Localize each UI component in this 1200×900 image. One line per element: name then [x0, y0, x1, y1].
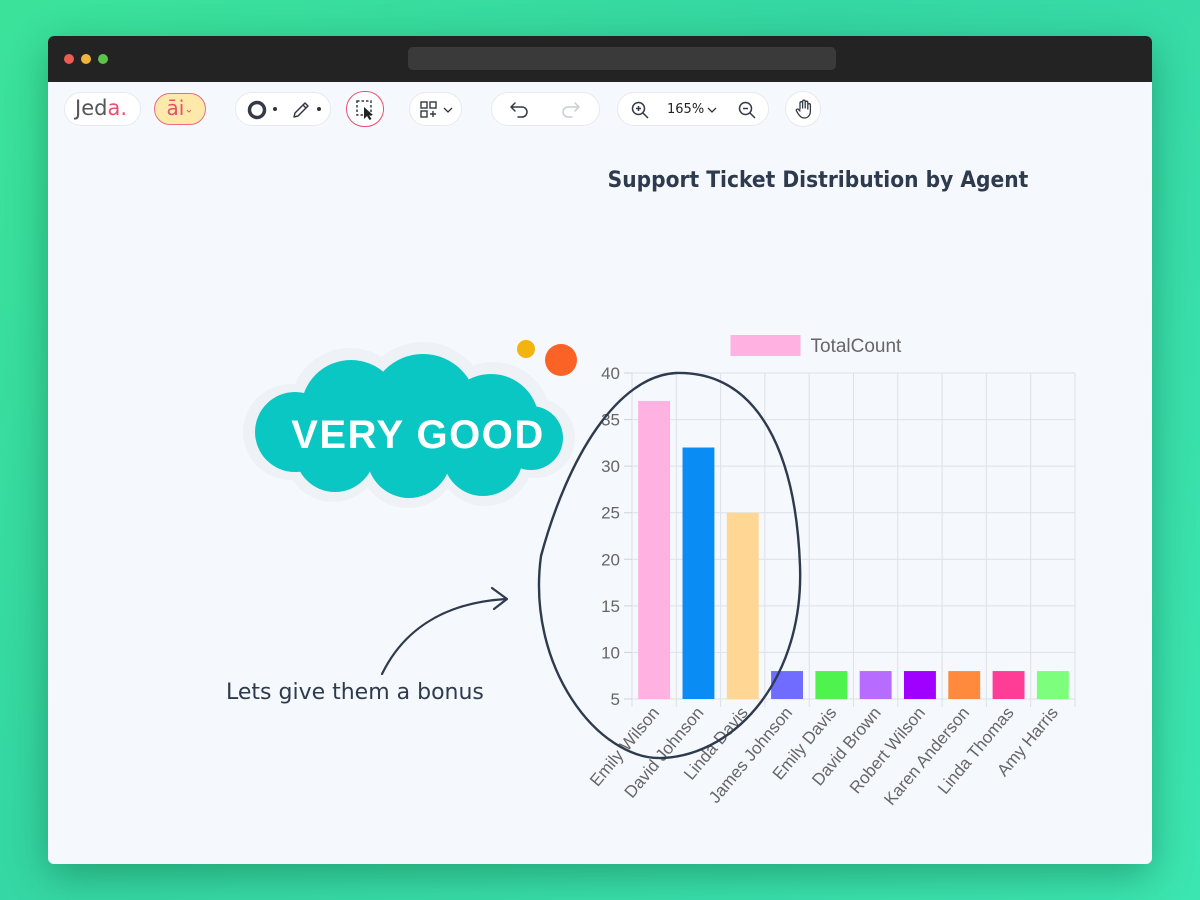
bar[interactable]	[726, 512, 759, 699]
bar[interactable]	[859, 671, 892, 699]
legend-swatch	[730, 335, 801, 356]
y-tick-label: 20	[601, 550, 620, 569]
bar[interactable]	[771, 671, 803, 699]
bar[interactable]	[948, 671, 981, 699]
legend-label: TotalCount	[811, 336, 903, 357]
y-tick-label: 35	[601, 411, 620, 430]
chart-legend[interactable]: TotalCount	[730, 335, 903, 357]
y-tick-label: 40	[601, 364, 620, 383]
y-tick-label: 10	[601, 643, 620, 662]
y-tick-label: 5	[611, 690, 620, 709]
bar[interactable]	[682, 447, 715, 699]
bar[interactable]	[815, 671, 848, 699]
x-tick-label: David Johnson	[621, 703, 708, 801]
y-tick-label: 25	[601, 504, 620, 523]
bar[interactable]	[638, 400, 671, 699]
y-tick-label: 15	[601, 597, 620, 616]
y-tick-label: 30	[601, 457, 620, 476]
bar[interactable]	[904, 671, 936, 699]
bar[interactable]	[992, 671, 1025, 699]
app-window: Jeda. āi⌄ 165% Support Ticket Distributi…	[48, 36, 1152, 864]
bar[interactable]	[1036, 671, 1069, 699]
bar-chart: 510152025303540Emily WilsonDavid Johnson…	[586, 335, 1076, 809]
